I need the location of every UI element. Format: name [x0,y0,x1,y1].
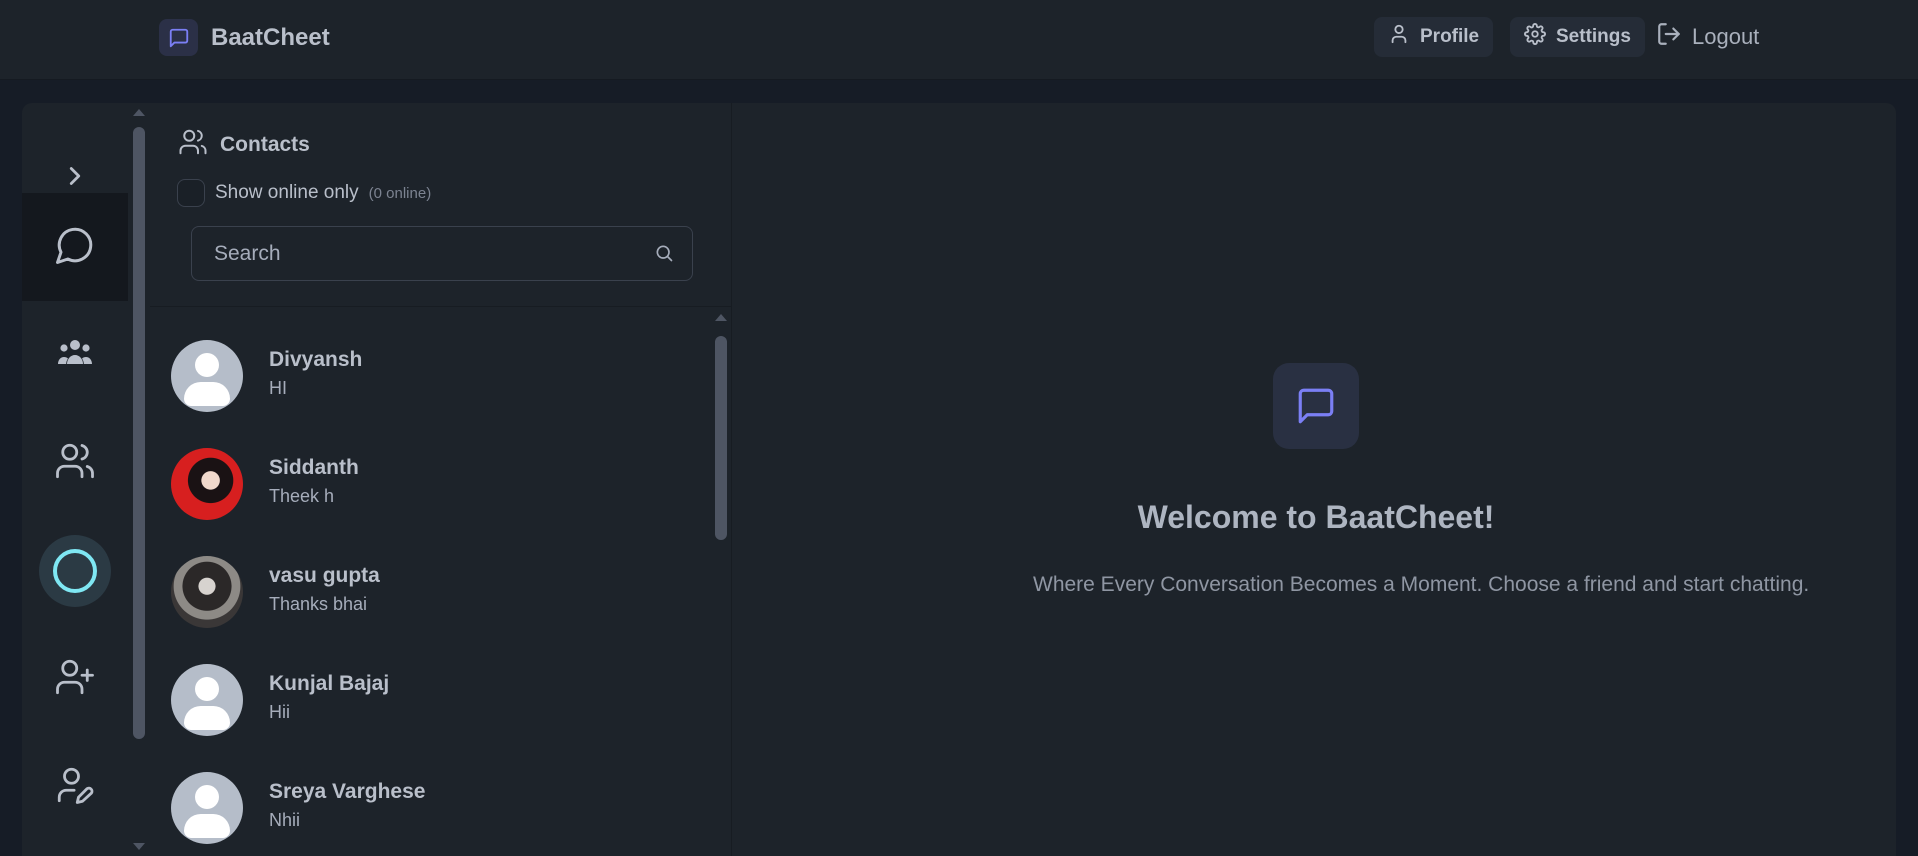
users-icon [178,127,208,163]
welcome-screen: Welcome to BaatCheet! Where Every Conver… [733,103,1896,856]
contact-item-sreya-varghese[interactable]: Sreya Varghese Nhii [150,754,710,856]
contact-name: Kunjal Bajaj [269,672,390,695]
sidebar-rail [22,103,128,856]
groups-icon [56,337,94,374]
scroll-up-arrow-icon[interactable] [715,314,727,321]
settings-label: Settings [1556,26,1631,47]
main-panel: Contacts Show online only (0 online) Div… [22,103,1896,856]
show-online-checkbox[interactable] [177,179,205,207]
user-plus-icon [54,656,96,703]
contact-list-scrollbar[interactable] [712,308,730,856]
profile-button[interactable]: Profile [1374,17,1494,57]
chat-bubble-icon [1273,363,1359,449]
users-icon [54,440,96,487]
search-input[interactable] [192,227,632,280]
settings-button[interactable]: Settings [1510,17,1645,57]
chat-bubble-icon [159,19,198,56]
contact-item-kunjal-bajaj[interactable]: Kunjal Bajaj Hii [150,646,710,754]
top-navbar: BaatCheet Profile Settings Logout [0,0,1918,80]
online-count: (0 online) [368,184,432,202]
welcome-subtitle: Where Every Conversation Becomes a Momen… [1033,573,1810,596]
contact-name: vasu gupta [269,564,380,587]
avatar [171,448,243,520]
contact-item-vasu-gupta[interactable]: vasu gupta Thanks bhai [150,538,710,646]
logout-label: Logout [1692,24,1760,49]
profile-label: Profile [1420,26,1480,47]
gear-icon [1524,23,1546,51]
contacts-panel: Contacts Show online only (0 online) Div… [150,103,732,856]
sidebar-item-chats[interactable] [22,193,128,301]
scrollbar-thumb[interactable] [715,336,727,540]
search-icon[interactable] [654,243,674,268]
message-circle-icon [54,224,96,271]
avatar [171,664,243,736]
scroll-down-arrow-icon[interactable] [133,843,145,850]
search-box [191,226,693,281]
sidebar-scrollbar[interactable] [130,103,148,856]
avatar [171,340,243,412]
contact-last-message: Thanks bhai [269,594,368,614]
contact-list: Divyansh HI Siddanth Theek h vasu gupta … [150,308,732,856]
logout-icon [1656,21,1682,53]
chevron-right-icon [60,161,90,196]
contact-last-message: Hii [269,702,290,722]
contact-name: Siddanth [269,456,359,479]
contact-item-siddanth[interactable]: Siddanth Theek h [150,430,710,538]
avatar [171,556,243,628]
contact-last-message: Nhii [269,810,301,830]
sidebar-item-status[interactable] [22,517,128,625]
contact-last-message: Theek h [269,486,335,506]
brand[interactable]: BaatCheet [159,19,330,56]
contact-last-message: HI [269,378,287,398]
user-pen-icon [54,764,96,811]
contact-item-divyansh[interactable]: Divyansh HI [150,322,710,430]
contacts-title-text: Contacts [220,133,310,156]
scroll-up-arrow-icon[interactable] [133,109,145,116]
user-icon [1388,23,1410,51]
avatar [171,772,243,844]
contacts-title: Contacts [178,127,310,163]
sidebar-item-groups[interactable] [22,301,128,409]
contact-name: Sreya Varghese [269,780,426,803]
status-ring-icon [39,535,111,607]
sidebar-item-edit-profile[interactable] [22,733,128,841]
sidebar-item-add-friend[interactable] [22,625,128,733]
welcome-title: Welcome to BaatCheet! [1137,499,1495,535]
sidebar-item-contacts[interactable] [22,409,128,517]
online-filter: Show online only (0 online) [177,179,431,207]
scrollbar-thumb[interactable] [133,127,145,739]
app-name: BaatCheet [211,23,330,51]
logout-button[interactable]: Logout [1650,17,1765,57]
contacts-header: Contacts Show online only (0 online) [150,103,732,307]
contact-name: Divyansh [269,348,363,371]
show-online-label: Show online only [215,182,359,203]
